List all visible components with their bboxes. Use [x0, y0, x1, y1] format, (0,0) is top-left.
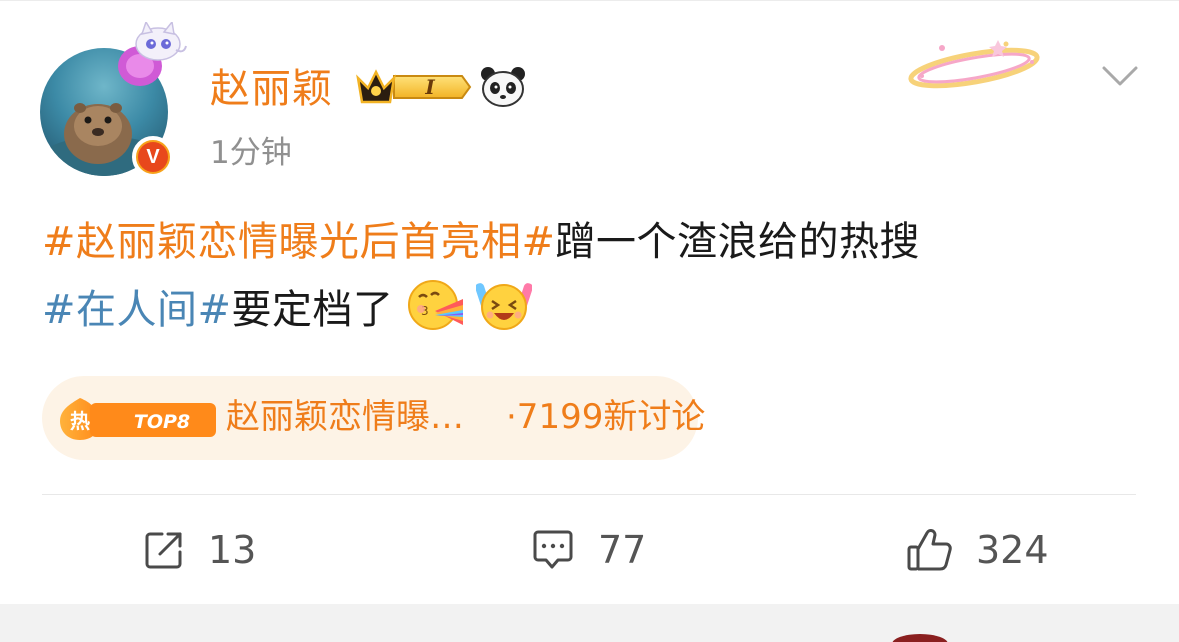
verified-badge: V	[132, 136, 174, 178]
hashtag-link[interactable]: #赵丽颖恋情曝光后首亮相#	[42, 219, 556, 265]
action-divider	[42, 494, 1136, 495]
content-text: 要定档了	[231, 287, 394, 333]
next-post-avatar-peek	[892, 634, 948, 642]
thumbs-up-icon	[907, 529, 952, 571]
hot-top-badge-icon: 热 TOP8	[60, 398, 216, 440]
panda-icon	[481, 67, 525, 107]
post-content: #赵丽颖恋情曝光后首亮相#蹭一个渣浪给的热搜 #在人间#要定档了 3	[42, 208, 1142, 344]
like-button[interactable]: 324	[906, 524, 1049, 576]
level-badge-text: I	[424, 75, 435, 99]
content-text: 蹭一个渣浪给的热搜	[555, 219, 921, 265]
comment-count: 77	[598, 528, 647, 572]
member-crown-badge-icon[interactable]: I	[354, 64, 474, 110]
avatar-container[interactable]: V	[40, 22, 187, 178]
hot-label: 热	[70, 409, 90, 433]
feed-separator	[0, 604, 1179, 642]
share-count: 13	[208, 528, 257, 572]
hot-topic-pill[interactable]: 热 TOP8 赵丽颖恋情曝… ·7199新讨论	[42, 376, 705, 460]
verified-mark: V	[138, 142, 168, 172]
rainbow-vomit-emoji-icon: 3	[407, 280, 463, 330]
share-button[interactable]: 13	[142, 524, 256, 576]
hashtag-link[interactable]: #在人间#	[42, 287, 232, 333]
top-divider	[0, 0, 1179, 1]
sparkle-ring-decoration-icon	[908, 40, 1040, 89]
chevron-down-icon[interactable]	[1096, 58, 1144, 94]
author-name[interactable]: 赵丽颖	[210, 62, 333, 116]
excited-laugh-emoji-icon	[475, 283, 532, 330]
weibo-post-card: V 赵丽颖 I 1分钟 #赵丽颖恋情曝光后首亮相#蹭一个渣浪给的热搜 #在人间#…	[0, 0, 1179, 604]
hot-topic-count: ·7199新讨论	[506, 397, 706, 437]
rank-label: TOP8	[134, 411, 190, 433]
content-line-1: #赵丽颖恋情曝光后首亮相#蹭一个渣浪给的热搜	[42, 208, 1142, 276]
post-timestamp: 1分钟	[210, 135, 292, 171]
cat-pendant-icon	[118, 22, 187, 86]
comment-icon	[533, 530, 573, 569]
comment-button[interactable]: 77	[530, 524, 646, 576]
share-icon	[145, 532, 182, 569]
hot-topic-title: 赵丽颖恋情曝…	[226, 397, 464, 437]
like-count: 324	[976, 528, 1049, 572]
content-line-2: #在人间#要定档了 3	[42, 276, 1142, 344]
